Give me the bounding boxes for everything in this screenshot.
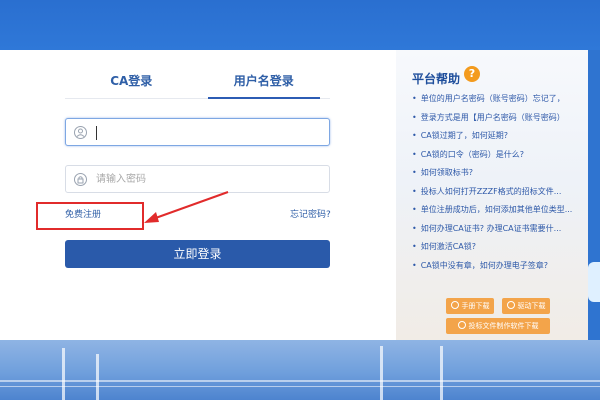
help-item[interactable]: CA锁中没有章，如何办理电子签章? [412, 257, 584, 276]
help-item[interactable]: CA锁过期了，如何延期? [412, 127, 584, 146]
annotation-arrow-icon [144, 191, 229, 223]
driver-download-button[interactable]: 驱动下载 [502, 298, 550, 314]
help-item[interactable]: 如何领取标书? [412, 164, 584, 183]
software-download-button[interactable]: 投标文件制作软件下载 [446, 318, 550, 334]
download-icon [506, 301, 515, 309]
help-item[interactable]: 如何办理CA证书? 办理CA证书需要什... [412, 220, 584, 239]
login-button[interactable]: 立即登录 [65, 240, 330, 268]
help-item[interactable]: 登录方式是用【用户名密码（账号密码） [412, 109, 584, 128]
login-tabs: CA登录 用户名登录 [65, 68, 330, 99]
download-icon [450, 301, 459, 309]
side-float-handle[interactable] [588, 262, 600, 302]
bridge-background [0, 340, 600, 400]
help-item[interactable]: CA锁的口令（密码）是什么? [412, 146, 584, 165]
manual-download-button[interactable]: 手册下载 [446, 298, 494, 314]
help-item[interactable]: 单位的用户名密码（账号密码）忘记了， [412, 90, 584, 109]
help-item[interactable]: 投标人如何打开ZZZF格式的招标文件... [412, 183, 584, 202]
annotation-highlight-box [36, 202, 144, 230]
download-icon [457, 321, 466, 329]
username-field[interactable] [65, 118, 330, 146]
header-background [0, 0, 600, 50]
user-icon [74, 126, 87, 139]
help-title: 平台帮助 [412, 72, 461, 86]
text-cursor [96, 126, 97, 140]
help-panel: 平台帮助 ? 单位的用户名密码（账号密码）忘记了， 登录方式是用【用户名密码（账… [396, 50, 588, 340]
forgot-password-link[interactable]: 忘记密码? [290, 207, 331, 220]
password-field[interactable] [65, 165, 330, 193]
help-item[interactable]: 单位注册成功后，如何添加其他单位类型... [412, 201, 584, 220]
password-input[interactable] [96, 170, 316, 188]
help-item[interactable]: 如何激活CA锁? [412, 238, 584, 257]
tab-username-login[interactable]: 用户名登录 [198, 68, 331, 99]
login-card: CA登录 用户名登录 免费注册 忘记密码? 立即登录 平台帮助 ? 单位的用户名… [0, 50, 588, 340]
tab-ca-login[interactable]: CA登录 [65, 68, 198, 98]
lock-icon [74, 173, 87, 186]
help-list: 单位的用户名密码（账号密码）忘记了， 登录方式是用【用户名密码（账号密码） CA… [412, 90, 584, 275]
help-question-icon: ? [464, 66, 480, 82]
